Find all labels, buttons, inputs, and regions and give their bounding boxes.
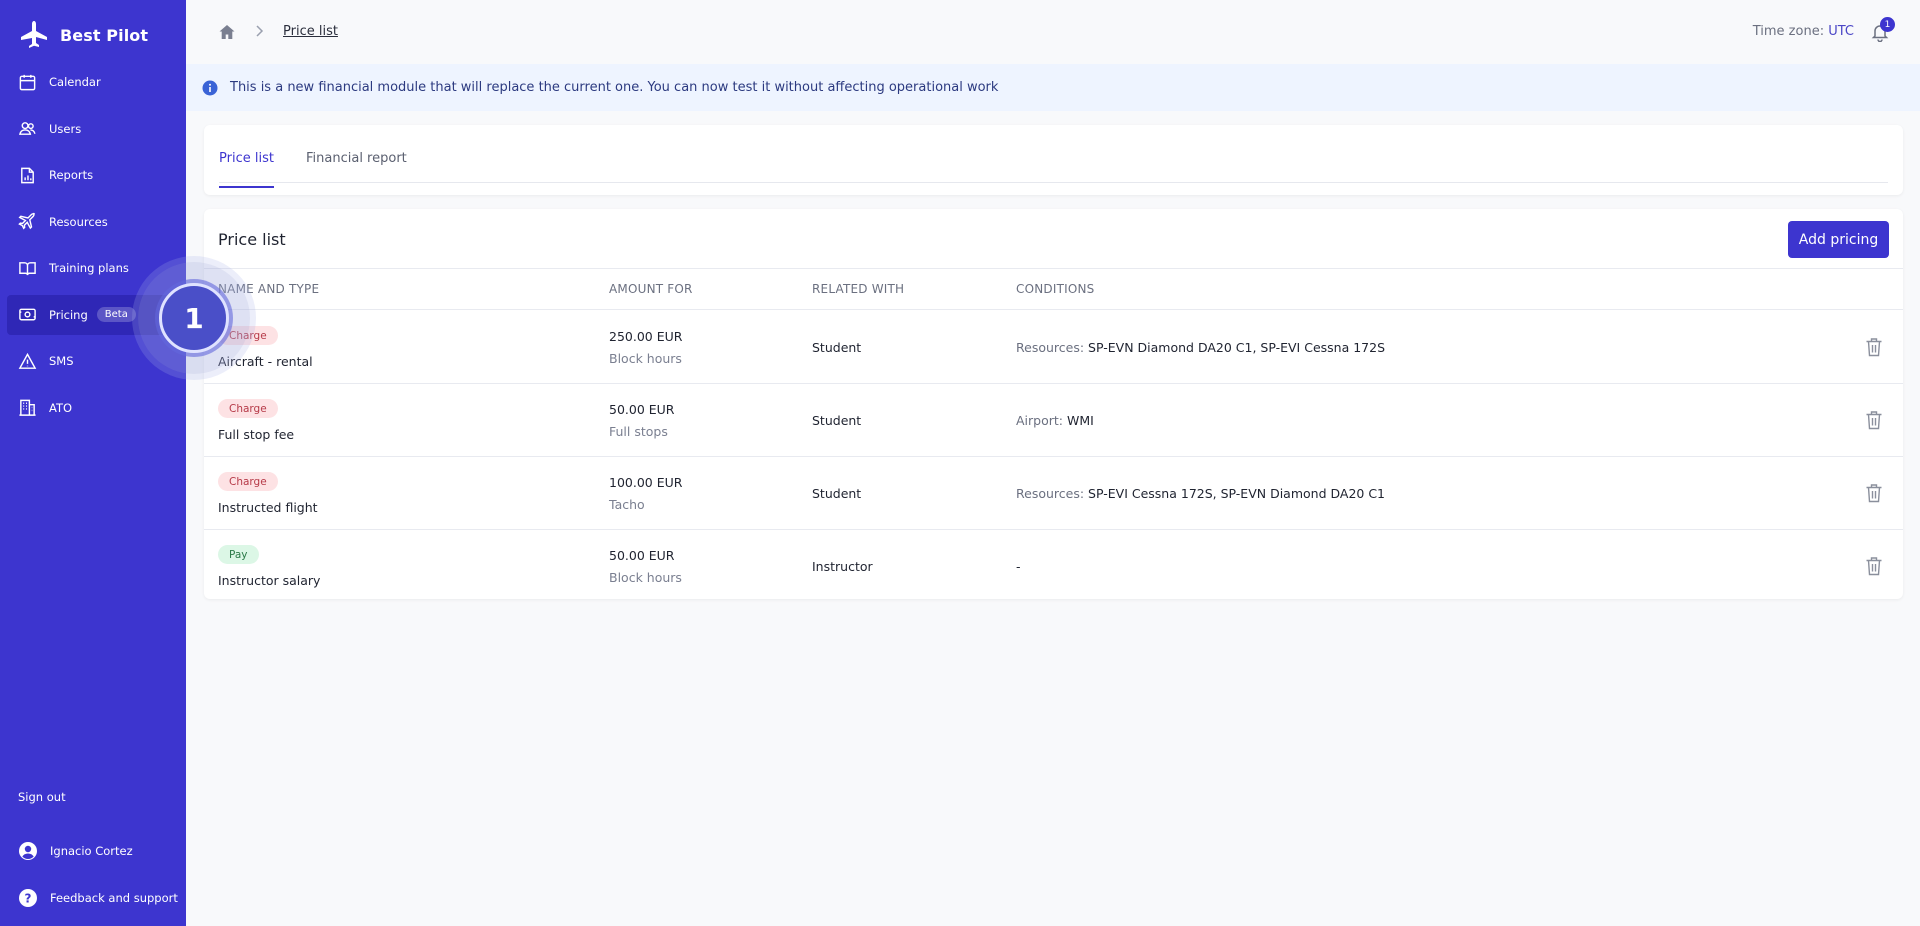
pricing-amount: 50.00 EUR [609, 548, 675, 563]
sidebar-item-label: Users [49, 121, 82, 136]
brand-name: Best Pilot [60, 25, 149, 45]
chevron-right-icon [256, 25, 264, 37]
type-badge: Charge [218, 472, 278, 491]
related-with: Instructor [812, 559, 873, 574]
timezone-value: UTC [1828, 24, 1854, 39]
users-icon [19, 122, 36, 135]
type-badge: Pay [218, 545, 259, 564]
related-with: Student [812, 340, 862, 355]
trash-icon[interactable] [1865, 337, 1883, 357]
condition-key: Resources: [1016, 340, 1085, 355]
conditions: - [1016, 559, 1021, 574]
type-badge: Charge [218, 399, 278, 418]
related-with: Student [812, 486, 862, 501]
pricing-name: Instructor salary [218, 573, 321, 588]
pricing-amount: 50.00 EUR [609, 402, 675, 417]
condition-value: - [1016, 559, 1021, 574]
table-header: NAME AND TYPE AMOUNT FOR RELATED WITH CO… [204, 268, 1903, 310]
conditions: Resources: SP-EVI Cessna 172S, SP-EVN Di… [1016, 486, 1385, 501]
plane-icon [18, 212, 36, 230]
tabs-divider [219, 182, 1888, 183]
add-pricing-button[interactable]: Add pricing [1788, 221, 1889, 258]
tab-financial-report[interactable]: Financial report [306, 151, 407, 186]
table-row[interactable]: Charge Instructed flight 100.00 EUR Tach… [204, 457, 1903, 530]
column-header-amount-for: AMOUNT FOR [609, 282, 693, 296]
trash-icon[interactable] [1865, 556, 1883, 576]
user-profile-link[interactable]: Ignacio Cortez [18, 841, 133, 861]
price-list-card: Price list Add pricing NAME AND TYPE AMO… [204, 209, 1903, 599]
timezone-label: Time zone: [1752, 24, 1825, 39]
sidebar-item-reports[interactable]: Reports [7, 155, 179, 195]
brand[interactable]: Best Pilot [18, 18, 148, 52]
reports-icon [21, 167, 34, 183]
book-icon [19, 261, 36, 275]
sidebar-item-users[interactable]: Users [7, 109, 179, 149]
sign-out-link[interactable]: Sign out [18, 790, 66, 804]
tutorial-step-number: 1 [159, 283, 229, 353]
conditions: Airport: WMI [1016, 413, 1094, 428]
table-row[interactable]: Pay Instructor salary 50.00 EUR Block ho… [204, 530, 1903, 603]
beta-badge: Beta [96, 307, 136, 322]
condition-value: SP-EVI Cessna 172S, SP-EVN Diamond DA20 … [1088, 486, 1386, 501]
sidebar-item-label: ATO [49, 400, 73, 415]
sidebar-item-label: Calendar [49, 75, 101, 89]
column-header-related-with: RELATED WITH [812, 282, 905, 296]
airplane-logo-icon [21, 21, 47, 48]
timezone-display[interactable]: Time zone: UTC [1753, 24, 1854, 39]
info-icon [202, 80, 218, 95]
sidebar-item-label: Reports [49, 168, 94, 182]
notification-count-badge: 1 [1880, 17, 1895, 32]
conditions: Resources: SP-EVN Diamond DA20 C1, SP-EV… [1016, 340, 1385, 355]
pricing-amount: 250.00 EUR [609, 329, 683, 344]
user-avatar-icon [19, 842, 37, 860]
tutorial-step-marker: 1 [138, 262, 250, 374]
home-icon[interactable] [218, 23, 236, 41]
pricing-unit: Full stops [609, 424, 668, 439]
sidebar-nav: Calendar Users Reports Resources Trainin… [7, 62, 179, 434]
pricing-name: Instructed flight [218, 500, 318, 515]
warning-icon [18, 352, 37, 369]
sidebar-item-label: Resources [49, 214, 108, 229]
sidebar-item-label: Pricing [49, 307, 88, 322]
pricing-icon [19, 308, 36, 321]
sidebar-item-label: Training plans [49, 261, 129, 275]
help-icon: ? [19, 889, 37, 907]
sidebar-item-label: SMS [49, 354, 74, 368]
sign-out-label: Sign out [18, 790, 66, 804]
related-with: Student [812, 413, 862, 428]
topbar: Price list Time zone: UTC 1 [186, 0, 1920, 64]
trash-icon[interactable] [1865, 410, 1883, 430]
svg-text:?: ? [25, 892, 32, 906]
pricing-name: Full stop fee [218, 427, 295, 442]
sidebar-item-resources[interactable]: Resources [7, 202, 179, 242]
tabs-card: Price list Financial report [204, 125, 1903, 195]
pricing-unit: Tacho [609, 497, 645, 512]
pricing-unit: Block hours [609, 570, 682, 585]
table-row[interactable]: Charge Full stop fee 50.00 EUR Full stop… [204, 384, 1903, 457]
condition-key: Airport: [1016, 413, 1063, 428]
condition-key: Resources: [1016, 486, 1085, 501]
condition-value: SP-EVN Diamond DA20 C1, SP-EVI Cessna 17… [1088, 340, 1386, 355]
trash-icon[interactable] [1865, 483, 1883, 503]
card-title: Price list [218, 230, 286, 249]
pricing-unit: Block hours [609, 351, 682, 366]
feedback-label: Feedback and support [50, 891, 178, 905]
building-icon [19, 399, 36, 416]
calendar-icon [19, 74, 36, 90]
condition-value: WMI [1066, 413, 1094, 428]
column-header-conditions: CONDITIONS [1016, 282, 1095, 296]
user-name: Ignacio Cortez [50, 844, 133, 858]
breadcrumb-current[interactable]: Price list [283, 24, 338, 39]
pricing-amount: 100.00 EUR [609, 475, 683, 490]
table-row[interactable]: Charge Aircraft - rental 250.00 EUR Bloc… [204, 311, 1903, 384]
feedback-link[interactable]: ? Feedback and support [18, 888, 178, 908]
sidebar-item-calendar[interactable]: Calendar [7, 62, 179, 102]
sidebar: Best Pilot Calendar Users Reports Resour… [0, 0, 186, 926]
banner-text: This is a new financial module that will… [230, 80, 999, 95]
info-banner: This is a new financial module that will… [186, 64, 1920, 111]
sidebar-item-ato[interactable]: ATO [7, 388, 179, 428]
